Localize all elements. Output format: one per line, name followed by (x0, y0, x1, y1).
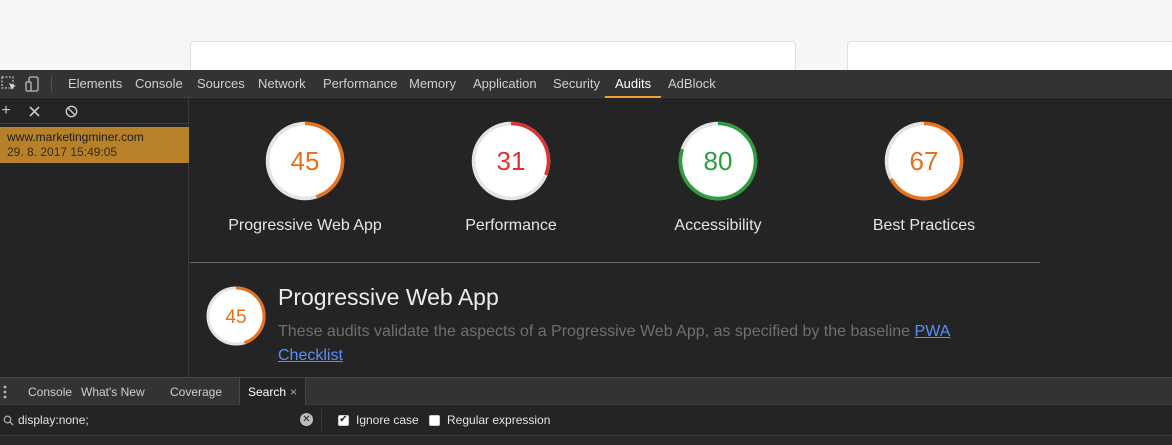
gauge-pwa[interactable]: 45 Progressive Web App (210, 121, 400, 235)
devtools-tabbar: Elements Console Sources Network Perform… (0, 70, 1172, 98)
gauge-best-practices[interactable]: 67 Best Practices (829, 121, 1019, 235)
tab-sources[interactable]: Sources (187, 70, 255, 98)
score-ring: 31 (471, 121, 551, 201)
category-description: These audits validate the aspects of a P… (278, 320, 1018, 368)
tab-console[interactable]: Console (125, 70, 193, 98)
reports-sidebar: + www.marketingminer.com 29. 8. 2017 15:… (0, 98, 189, 377)
drawer-footer (0, 436, 1172, 445)
tab-application[interactable]: Application (463, 70, 547, 98)
inspect-element-icon[interactable] (0, 75, 18, 93)
ignore-case-option[interactable]: ✔ Ignore case (338, 413, 419, 427)
tab-elements[interactable]: Elements (58, 70, 132, 98)
toolbar-divider (51, 76, 52, 92)
svg-text:80: 80 (704, 146, 733, 176)
regex-label: Regular expression (447, 413, 551, 427)
close-icon[interactable] (25, 102, 43, 120)
section-divider (190, 262, 1040, 263)
drawer-tab-console[interactable]: Console (20, 378, 80, 406)
score-ring: 80 (678, 121, 758, 201)
gauge-performance[interactable]: 31 Performance (416, 121, 606, 235)
category-score-ring: 45 (206, 286, 266, 346)
tab-adblock[interactable]: AdBlock (658, 70, 726, 98)
clear-block-icon[interactable] (62, 102, 80, 120)
drawer-tab-whats-new[interactable]: What's New (73, 378, 153, 406)
ignore-case-label: Ignore case (356, 413, 419, 427)
drawer-tabbar: Console What's New Coverage Search × (0, 377, 1172, 406)
ignore-case-checkbox[interactable]: ✔ (338, 414, 349, 426)
devtools-panel: Elements Console Sources Network Perform… (0, 70, 1172, 445)
score-ring: 45 (265, 121, 345, 201)
score-ring: 67 (884, 121, 964, 201)
gauge-label: Best Practices (872, 217, 976, 234)
regular-expression-checkbox[interactable] (429, 414, 440, 426)
add-icon[interactable]: + (0, 102, 15, 120)
tab-audits[interactable]: Audits (605, 70, 662, 98)
drawer-tab-coverage[interactable]: Coverage (162, 378, 230, 406)
drawer-tab-search[interactable]: Search × (239, 378, 307, 406)
tab-performance[interactable]: Performance (313, 70, 407, 98)
category-description-text: These audits validate the aspects of a P… (278, 323, 911, 340)
report-gutter (1040, 98, 1172, 377)
gauge-label: Progressive Web App (228, 217, 382, 234)
report-date: 29. 8. 2017 15:49:05 (7, 145, 118, 159)
close-tab-icon[interactable]: × (290, 385, 297, 399)
gauge-label: Accessibility (674, 217, 762, 234)
reports-toolbar: + (0, 98, 189, 124)
svg-text:67: 67 (910, 146, 939, 176)
report-list-item[interactable]: www.marketingminer.com 29. 8. 2017 15:49… (0, 127, 189, 163)
audit-report: 45 Progressive Web App 31 Performance 80… (190, 98, 1040, 377)
search-input[interactable] (18, 411, 288, 429)
gauge-accessibility[interactable]: 80 Accessibility (623, 121, 813, 235)
regex-option[interactable]: Regular expression (429, 413, 550, 427)
svg-text:31: 31 (497, 146, 526, 176)
category-title: Progressive Web App (278, 284, 499, 310)
tab-network[interactable]: Network (248, 70, 316, 98)
search-icon (3, 415, 14, 426)
drawer-tab-search-label: Search (248, 385, 287, 399)
report-url: www.marketingminer.com (7, 130, 144, 144)
tab-memory[interactable]: Memory (399, 70, 466, 98)
gauge-label: Performance (465, 217, 557, 234)
svg-text:45: 45 (291, 146, 320, 176)
tab-security[interactable]: Security (543, 70, 610, 98)
device-toolbar-icon[interactable] (24, 75, 42, 93)
svg-text:45: 45 (225, 307, 246, 328)
more-vertical-icon[interactable] (0, 383, 12, 401)
clear-search-icon[interactable]: ✕ (300, 413, 313, 426)
search-toolbar: ✕ ✔ Ignore case Regular expression (0, 405, 1172, 436)
search-field: ✕ (0, 409, 322, 431)
